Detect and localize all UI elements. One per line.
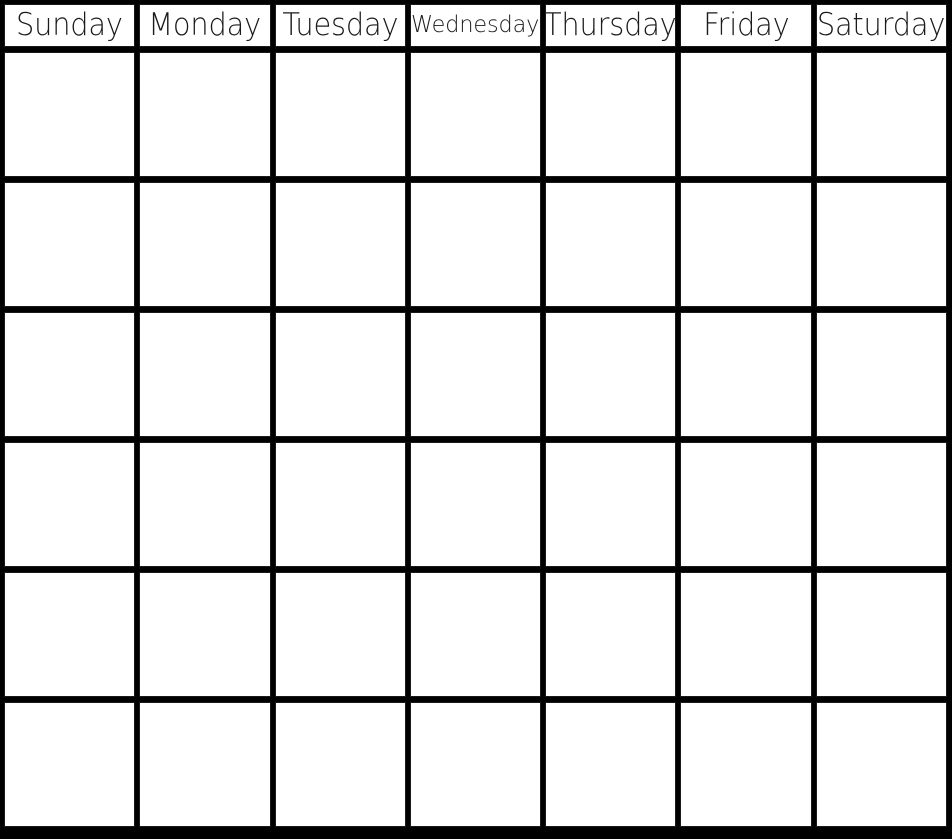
day-cell[interactable] bbox=[274, 442, 406, 567]
day-cell[interactable] bbox=[545, 572, 677, 697]
day-cell[interactable] bbox=[274, 702, 406, 827]
day-cell[interactable] bbox=[139, 442, 271, 567]
day-cell[interactable] bbox=[4, 702, 136, 827]
calendar-grid: Sunday Monday Tuesday Wednesday Thursday… bbox=[4, 4, 947, 827]
day-cell[interactable] bbox=[4, 572, 136, 697]
weekday-label: Tuesday bbox=[282, 7, 399, 43]
day-cell[interactable] bbox=[815, 52, 947, 177]
day-cell[interactable] bbox=[815, 182, 947, 307]
day-cell[interactable] bbox=[680, 182, 812, 307]
weekday-label: Saturday bbox=[817, 7, 946, 43]
weekday-header-wednesday: Wednesday bbox=[409, 4, 542, 47]
weekday-header-saturday: Saturday bbox=[815, 4, 947, 47]
weekday-label: Wednesday bbox=[411, 12, 540, 38]
day-cell[interactable] bbox=[815, 572, 947, 697]
day-cell[interactable] bbox=[545, 702, 677, 827]
day-cell[interactable] bbox=[545, 182, 677, 307]
day-cell[interactable] bbox=[139, 702, 271, 827]
day-cell[interactable] bbox=[409, 572, 542, 697]
weekday-header-row: Sunday Monday Tuesday Wednesday Thursday… bbox=[4, 4, 947, 47]
week-row bbox=[4, 182, 947, 307]
calendar-body bbox=[4, 52, 947, 827]
weekday-label: Friday bbox=[702, 7, 790, 43]
day-cell[interactable] bbox=[4, 52, 136, 177]
weekday-label: Sunday bbox=[16, 7, 124, 43]
day-cell[interactable] bbox=[139, 52, 271, 177]
day-cell[interactable] bbox=[409, 442, 542, 567]
weekday-label: Monday bbox=[148, 7, 262, 43]
calendar-frame: Sunday Monday Tuesday Wednesday Thursday… bbox=[0, 0, 952, 839]
day-cell[interactable] bbox=[815, 442, 947, 567]
day-cell[interactable] bbox=[815, 312, 947, 437]
weekday-label: Thursday bbox=[545, 7, 677, 43]
week-row bbox=[4, 702, 947, 827]
day-cell[interactable] bbox=[274, 182, 406, 307]
day-cell[interactable] bbox=[409, 52, 542, 177]
day-cell[interactable] bbox=[545, 442, 677, 567]
weekday-header-friday: Friday bbox=[680, 4, 812, 47]
day-cell[interactable] bbox=[274, 312, 406, 437]
day-cell[interactable] bbox=[815, 702, 947, 827]
day-cell[interactable] bbox=[680, 52, 812, 177]
day-cell[interactable] bbox=[4, 182, 136, 307]
weekday-header-tuesday: Tuesday bbox=[274, 4, 406, 47]
day-cell[interactable] bbox=[4, 442, 136, 567]
day-cell[interactable] bbox=[274, 52, 406, 177]
calendar-page: Sunday Monday Tuesday Wednesday Thursday… bbox=[0, 0, 952, 839]
day-cell[interactable] bbox=[274, 572, 406, 697]
weekday-header-thursday: Thursday bbox=[545, 4, 677, 47]
day-cell[interactable] bbox=[680, 572, 812, 697]
day-cell[interactable] bbox=[409, 312, 542, 437]
day-cell[interactable] bbox=[4, 312, 136, 437]
weekday-header-monday: Monday bbox=[139, 4, 271, 47]
day-cell[interactable] bbox=[680, 442, 812, 567]
week-row bbox=[4, 312, 947, 437]
day-cell[interactable] bbox=[409, 182, 542, 307]
day-cell[interactable] bbox=[139, 312, 271, 437]
week-row bbox=[4, 572, 947, 697]
week-row bbox=[4, 52, 947, 177]
day-cell[interactable] bbox=[545, 52, 677, 177]
day-cell[interactable] bbox=[139, 182, 271, 307]
day-cell[interactable] bbox=[139, 572, 271, 697]
day-cell[interactable] bbox=[545, 312, 677, 437]
day-cell[interactable] bbox=[409, 702, 542, 827]
weekday-header-sunday: Sunday bbox=[4, 4, 136, 47]
day-cell[interactable] bbox=[680, 702, 812, 827]
week-row bbox=[4, 442, 947, 567]
day-cell[interactable] bbox=[680, 312, 812, 437]
